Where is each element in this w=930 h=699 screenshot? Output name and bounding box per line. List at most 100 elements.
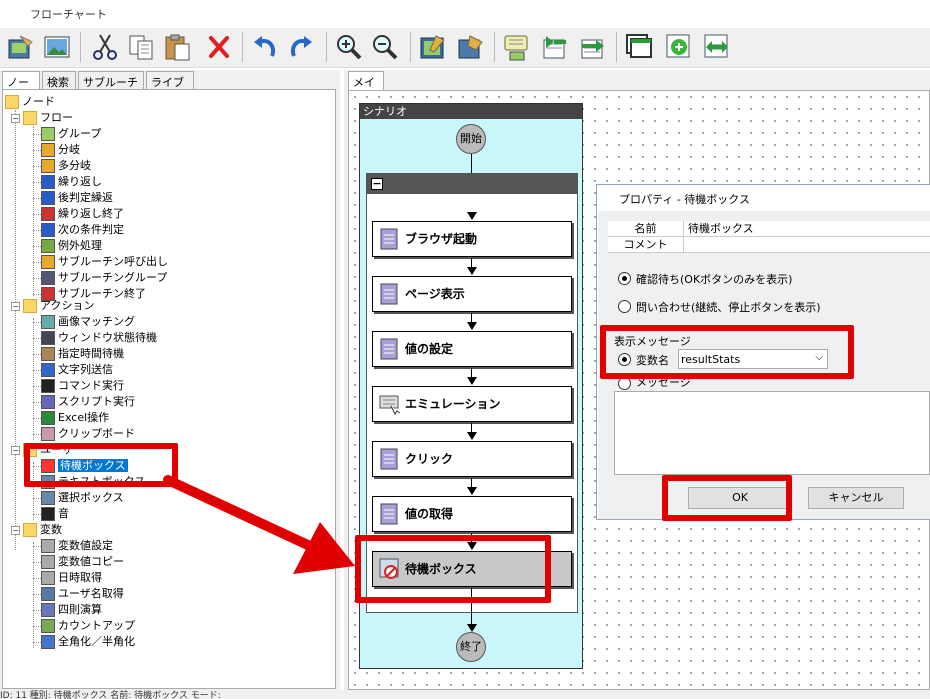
collapse-toggle[interactable]: −	[11, 114, 20, 123]
tree-item-action[interactable]: スクリプト実行	[33, 394, 135, 410]
tree-item-variable[interactable]: ユーザ名取得	[33, 586, 124, 602]
tree-item-label: コマンド実行	[58, 379, 124, 392]
delete-icon[interactable]	[204, 32, 234, 62]
tree-item-label: 繰り返し	[58, 175, 102, 188]
tree-item-action[interactable]: Excel操作	[33, 410, 110, 426]
zoom-out-icon[interactable]	[370, 32, 400, 62]
tree-item-label: 分岐	[58, 143, 80, 156]
collapse-toggle[interactable]: −	[11, 302, 20, 311]
collapse-toggle[interactable]: −	[11, 526, 20, 535]
tree-item-variable[interactable]: カウントアップ	[33, 618, 135, 634]
tree-item-label: サブルーチン呼び出し	[58, 255, 168, 268]
tree-item-label: Excel操作	[58, 411, 110, 424]
zoom-in-icon[interactable]	[334, 32, 364, 62]
flow-action[interactable]: 値の設定	[372, 331, 572, 367]
tree-item-label: 例外処理	[58, 239, 102, 252]
tree-item-flow[interactable]: サブルーチン終了	[33, 286, 146, 302]
tree-item-action[interactable]: ウィンドウ状態待機	[33, 330, 157, 346]
node-type-icon	[41, 411, 55, 425]
window-icon[interactable]	[624, 32, 654, 62]
script-icon	[380, 283, 398, 305]
confirm-radio[interactable]	[618, 272, 631, 285]
tree-item-action[interactable]: 指定時間待機	[33, 346, 124, 362]
cut-icon[interactable]	[90, 32, 120, 62]
tree-item-label: サブルーチン終了	[58, 287, 146, 300]
tree-item-flow[interactable]: サブルーチングループ	[33, 270, 167, 286]
tree-item-action[interactable]: 文字列送信	[33, 362, 113, 378]
node-type-icon	[41, 571, 55, 585]
message-textarea[interactable]	[614, 391, 930, 475]
tab-library[interactable]: ライブラリ	[146, 71, 194, 105]
tab-node[interactable]: ノード	[2, 71, 40, 105]
move-right-icon[interactable]	[578, 32, 608, 62]
flow-action[interactable]: 値の取得	[372, 496, 572, 532]
redo-icon[interactable]	[286, 32, 316, 62]
tree-item-label: 全角化／半角化	[58, 635, 135, 648]
tab-subroutine[interactable]: サブルーチン	[78, 71, 144, 105]
node-type-icon	[41, 127, 55, 141]
tree-item-flow[interactable]: 繰り返し終了	[33, 206, 124, 222]
paste-icon[interactable]	[162, 32, 192, 62]
tree-item-variable[interactable]: 四則演算	[33, 602, 102, 618]
add-icon[interactable]	[664, 32, 694, 62]
flow-action[interactable]: ページ表示	[372, 276, 572, 312]
tree-item-variable[interactable]: 全角化／半角化	[33, 634, 135, 650]
collapse-toggle[interactable]: −	[11, 446, 20, 455]
move-left-icon[interactable]	[540, 32, 570, 62]
end-node[interactable]: 終了	[456, 632, 486, 662]
tree-item-variable[interactable]: 変数値設定	[33, 538, 113, 554]
tree-item-action[interactable]: クリップボード	[33, 426, 135, 442]
tree-item-flow[interactable]: 例外処理	[33, 238, 102, 254]
node-type-icon	[41, 207, 55, 221]
flow-action[interactable]: ブラウザ起動	[372, 221, 572, 257]
property-comment-row[interactable]: コメント	[608, 237, 930, 253]
node-type-icon	[41, 331, 55, 345]
swap-icon[interactable]	[702, 32, 732, 62]
flow-action[interactable]: クリック	[372, 441, 572, 477]
tree-item-flow[interactable]: サブルーチン呼び出し	[33, 254, 168, 270]
inquiry-radio[interactable]	[618, 300, 631, 313]
node-type-icon	[41, 619, 55, 633]
flow-action[interactable]: エミュレーション	[372, 386, 572, 422]
tree-item-variable[interactable]: 変数値コピー	[33, 554, 124, 570]
tree-item-flow[interactable]: 分岐	[33, 142, 80, 158]
node-type-icon	[41, 255, 55, 269]
group-collapse-button[interactable]: −	[371, 178, 383, 190]
copy-icon[interactable]	[126, 32, 156, 62]
node-type-icon	[41, 223, 55, 237]
node-type-icon	[41, 143, 55, 157]
new-flow-icon[interactable]	[6, 32, 36, 62]
tab-main[interactable]: メイン	[348, 71, 384, 105]
tree-item-user[interactable]: 選択ボックス	[33, 490, 124, 506]
property-name-value[interactable]: 待機ボックス	[688, 221, 754, 236]
cancel-button[interactable]: キャンセル	[808, 487, 904, 509]
property-name-row[interactable]: 名前 待機ボックス	[608, 221, 930, 237]
tree-item-action[interactable]: コマンド実行	[33, 378, 124, 394]
tree-item-flow[interactable]: 後判定繰返	[33, 190, 113, 206]
image-icon[interactable]	[42, 32, 72, 62]
tree-item-flow[interactable]: 繰り返し	[33, 174, 102, 190]
tree-variable-folder[interactable]: 変数	[23, 522, 62, 538]
tree-item-flow[interactable]: グループ	[33, 126, 102, 142]
tree-item-action[interactable]: 画像マッチング	[33, 314, 135, 330]
tree-item-variable[interactable]: 日時取得	[33, 570, 102, 586]
undo-icon[interactable]	[250, 32, 280, 62]
tree-item-flow[interactable]: 多分岐	[33, 158, 91, 174]
inquiry-label: 問い合わせ(継続、停止ボタンを表示)	[636, 301, 821, 314]
confirm-label: 確認待ち(OKボタンのみを表示)	[636, 273, 793, 286]
tree-item-label: カウントアップ	[58, 619, 135, 632]
scenario-header: シナリオ	[360, 104, 582, 119]
tree-root[interactable]: ノード	[5, 94, 55, 110]
node-type-icon	[41, 395, 55, 409]
tree-item-user[interactable]: 音	[33, 506, 69, 522]
edit-icon[interactable]	[418, 32, 448, 62]
tab-search[interactable]: 検索	[42, 71, 76, 89]
tree-item-label: グループ	[58, 127, 102, 140]
tree-flow-folder[interactable]: フロー	[23, 110, 73, 126]
dialog-title: プロパティ - 待機ボックス	[597, 185, 930, 211]
comment-icon[interactable]	[502, 32, 532, 62]
tree-item-flow[interactable]: 次の条件判定	[33, 222, 124, 238]
start-node[interactable]: 開始	[456, 124, 486, 154]
hand-icon[interactable]	[456, 32, 486, 62]
node-type-icon	[41, 363, 55, 377]
